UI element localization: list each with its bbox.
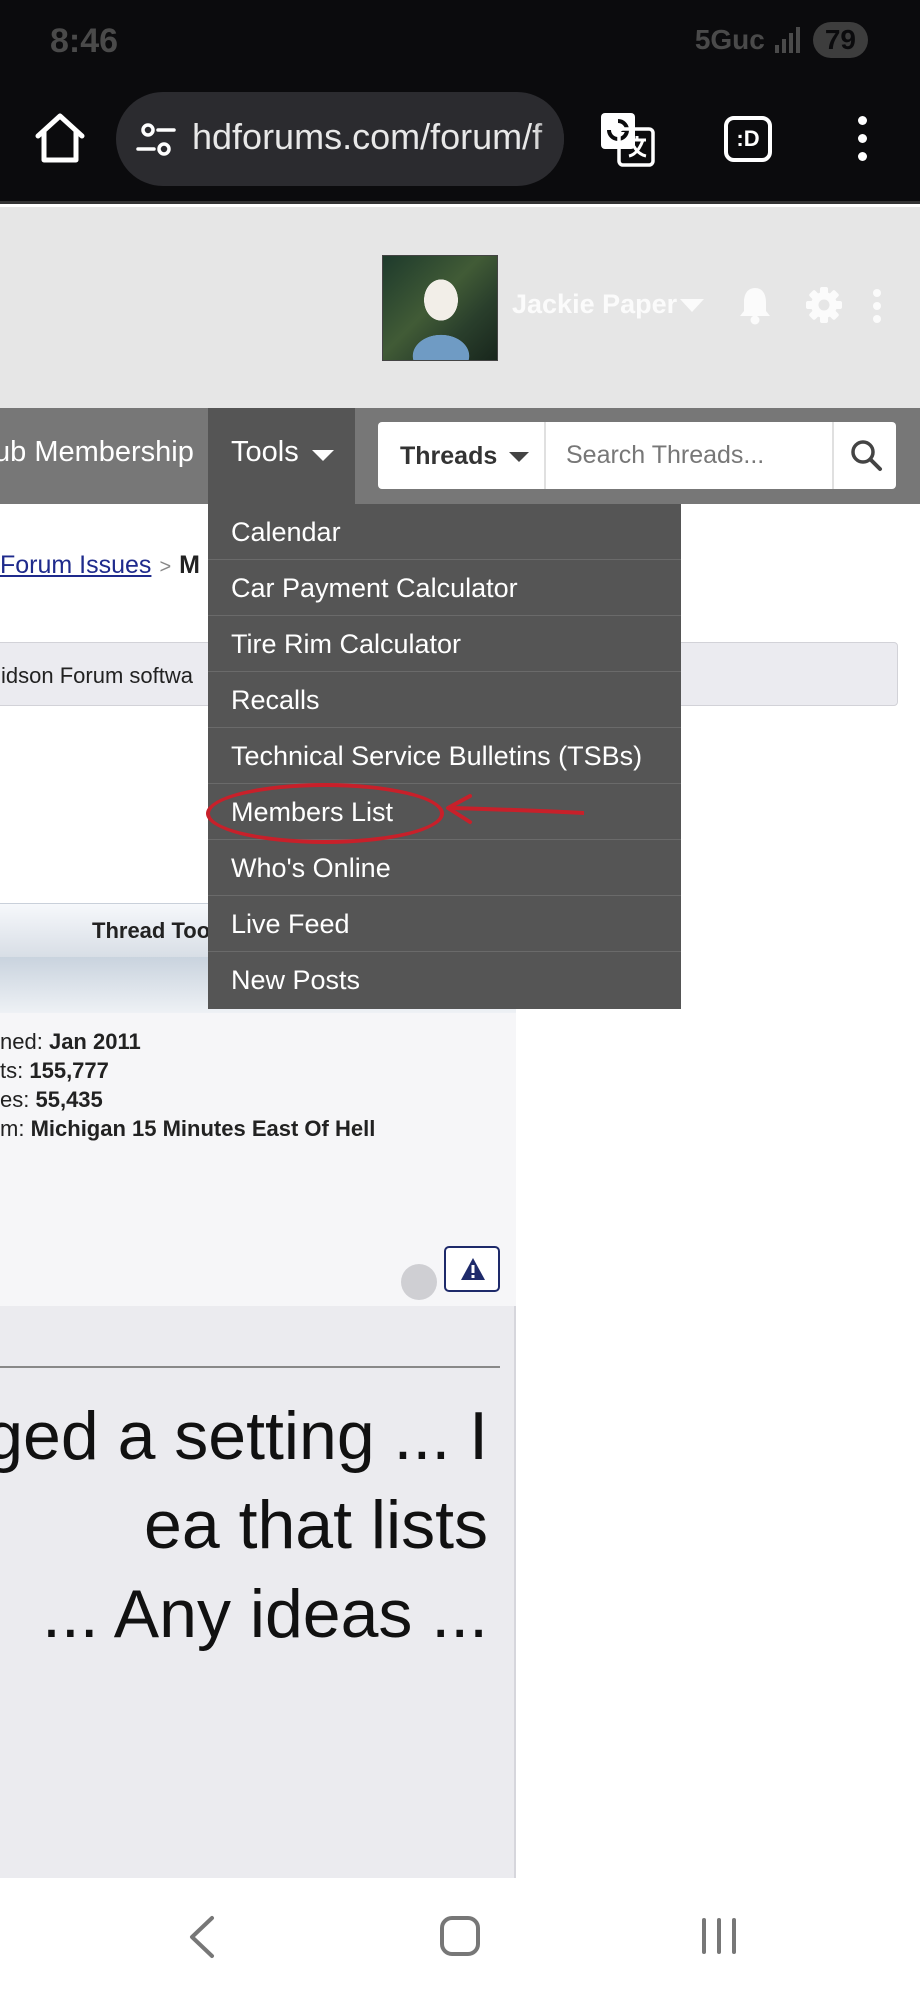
signal-icon [774, 27, 803, 53]
menu-item-whos-online[interactable]: Who's Online [208, 840, 681, 896]
menu-item-new-posts[interactable]: New Posts [208, 952, 681, 1008]
post-body: ged a setting ... I ea that lists ... An… [0, 1306, 516, 1878]
chevron-down-icon[interactable] [680, 299, 704, 312]
breadcrumb-link[interactable]: Forum Issues [0, 551, 151, 579]
recent-apps-icon[interactable] [700, 1916, 738, 1956]
thread-tools-button[interactable]: Thread Too [92, 918, 210, 944]
breadcrumb-separator: > [159, 556, 172, 578]
site-header: Jackie Paper [0, 207, 920, 408]
site-settings-icon[interactable] [136, 120, 176, 160]
battery-level: 79 [812, 22, 868, 58]
search-icon [851, 440, 882, 471]
info-posts: ts: 155,777 [0, 1058, 109, 1083]
report-button[interactable] [444, 1246, 500, 1292]
info-likes: es: 55,435 [0, 1087, 103, 1112]
post-line: ea that lists [144, 1487, 488, 1563]
home-icon[interactable] [30, 108, 90, 168]
address-bar[interactable]: hdforums.com/forum/f [116, 92, 564, 186]
translate-icon[interactable] [598, 110, 656, 168]
info-joined: ned: Jan 2011 [0, 1029, 141, 1054]
menu-item-tsbs[interactable]: Technical Service Bulletins (TSBs) [208, 728, 681, 784]
extension-button[interactable]: :D [724, 116, 772, 162]
nav-item-tools[interactable]: Tools [208, 408, 355, 504]
nav-tools-label: Tools [231, 436, 299, 468]
url-text[interactable]: hdforums.com/forum/f [192, 116, 542, 158]
bell-icon[interactable] [738, 285, 772, 325]
post-content: ged a setting ... I ea that lists ... An… [0, 1392, 488, 1659]
breadcrumb-current: M [179, 551, 200, 579]
username[interactable]: Jackie Paper [512, 289, 677, 320]
search-button[interactable] [832, 422, 896, 489]
search-scope-label: Threads [400, 442, 498, 470]
chevron-down-icon [312, 450, 334, 461]
warning-icon [461, 1258, 485, 1280]
search-input[interactable] [548, 424, 830, 487]
chevron-down-icon [509, 452, 529, 462]
menu-item-recalls[interactable]: Recalls [208, 672, 681, 728]
search-scope-select[interactable]: Threads [378, 422, 546, 489]
highlight-ellipse [206, 783, 444, 844]
info-location: m: Michigan 15 Minutes East Of Hell [0, 1116, 376, 1141]
post-divider [0, 1366, 500, 1368]
tools-dropdown-menu: Calendar Car Payment Calculator Tire Rim… [208, 504, 681, 1009]
status-indicators: 5Guc 79 [695, 22, 868, 58]
main-nav: ub Membership Tools Threads [0, 408, 920, 504]
menu-item-tire-rim-calculator[interactable]: Tire Rim Calculator [208, 616, 681, 672]
search-box: Threads [378, 422, 896, 489]
back-icon[interactable] [186, 1914, 216, 1960]
network-type: 5Guc [694, 24, 765, 55]
post-user-info: ned: Jan 2011 ts: 155,777 es: 55,435 m: … [0, 1013, 516, 1306]
nav-item-membership[interactable]: ub Membership [0, 436, 194, 469]
menu-item-live-feed[interactable]: Live Feed [208, 896, 681, 952]
post-line: ... Any ideas ... [41, 1576, 488, 1652]
browser-toolbar: hdforums.com/forum/f :D [0, 86, 920, 204]
breadcrumb: Forum Issues > M [0, 551, 200, 580]
post-line: ged a setting ... I [0, 1398, 488, 1474]
menu-item-calendar[interactable]: Calendar [208, 504, 681, 560]
avatar[interactable] [382, 255, 498, 361]
status-time: 8:46 [50, 22, 119, 60]
status-bar: 8:46 5Guc 79 [0, 0, 920, 86]
home-nav-icon[interactable] [440, 1916, 480, 1956]
browser-menu-icon[interactable] [852, 116, 872, 162]
online-status-icon [401, 1264, 437, 1300]
annotation-arrow [446, 794, 584, 824]
android-nav-bar [0, 1878, 920, 1993]
menu-item-car-payment-calculator[interactable]: Car Payment Calculator [208, 560, 681, 616]
gear-icon[interactable] [806, 287, 842, 323]
more-options-icon[interactable] [873, 289, 883, 323]
notice-text: idson Forum softwa [1, 663, 193, 688]
